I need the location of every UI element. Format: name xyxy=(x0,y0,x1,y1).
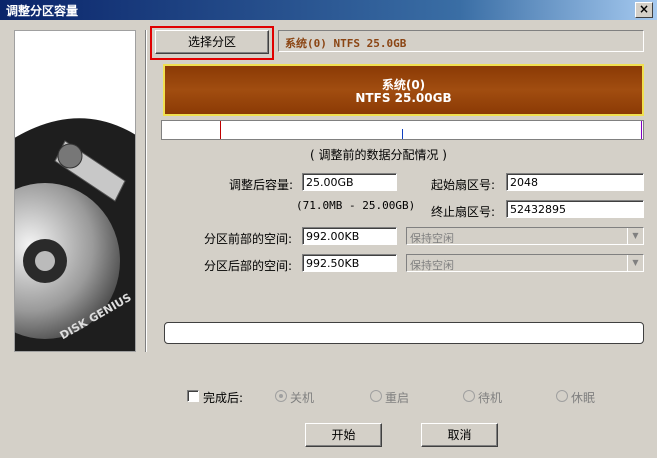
end-marker xyxy=(641,121,642,139)
partition-info-text: 系统(0) NTFS 25.0GB xyxy=(285,37,407,50)
partition-size: NTFS 25.00GB xyxy=(355,91,452,105)
start-sector-label: 起始扇区号: xyxy=(431,178,496,192)
size-input[interactable]: 25.00GB xyxy=(302,173,397,191)
space-after-input[interactable]: 992.50KB xyxy=(302,254,397,272)
cancel-button[interactable]: 取消 xyxy=(421,423,498,447)
space-after-select[interactable]: 保持空闲 ▼ xyxy=(406,254,644,272)
title-bar: 调整分区容量 × xyxy=(0,0,657,20)
size-range: (71.0MB - 25.00GB) xyxy=(296,199,416,212)
allocation-caption: ( 调整前的数据分配情况 ) xyxy=(310,148,447,162)
disk-genius-logo: DISK GENIUS xyxy=(14,30,136,352)
end-sector-label: 终止扇区号: xyxy=(431,205,496,219)
window-title: 调整分区容量 xyxy=(6,4,79,18)
radio-standby[interactable] xyxy=(463,390,475,402)
select-partition-button[interactable]: 选择分区 xyxy=(155,30,269,54)
progress-bar xyxy=(164,322,644,344)
chevron-down-icon[interactable]: ▼ xyxy=(627,255,643,271)
mid-marker xyxy=(402,129,403,139)
space-after-option: 保持空闲 xyxy=(410,259,454,272)
start-marker xyxy=(220,121,221,139)
space-before-option: 保持空闲 xyxy=(410,232,454,245)
chevron-down-icon[interactable]: ▼ xyxy=(627,228,643,244)
space-before-label: 分区前部的空间: xyxy=(204,232,293,246)
radio-shutdown[interactable] xyxy=(275,390,287,402)
space-before-select[interactable]: 保持空闲 ▼ xyxy=(406,227,644,245)
radio-shutdown-label: 关机 xyxy=(290,391,315,405)
end-sector-input[interactable]: 52432895 xyxy=(506,200,644,218)
radio-standby-label: 待机 xyxy=(478,391,503,405)
after-done-checkbox[interactable] xyxy=(187,390,199,402)
start-button[interactable]: 开始 xyxy=(305,423,382,447)
radio-restart[interactable] xyxy=(370,390,382,402)
space-after-label: 分区后部的空间: xyxy=(204,259,293,273)
partition-info-box: 系统(0) NTFS 25.0GB xyxy=(278,30,644,52)
radio-hibernate-label: 休眠 xyxy=(571,391,596,405)
hard-drive-illustration: DISK GENIUS xyxy=(15,31,135,351)
partition-bar: 系统(0) NTFS 25.00GB xyxy=(163,64,644,116)
close-button[interactable]: × xyxy=(635,2,653,18)
radio-hibernate[interactable] xyxy=(556,390,568,402)
radio-restart-label: 重启 xyxy=(385,391,410,405)
after-done-label: 完成后: xyxy=(203,391,244,405)
start-sector-input[interactable]: 2048 xyxy=(506,173,644,191)
size-label: 调整后容量: xyxy=(229,178,294,192)
vertical-separator xyxy=(145,30,147,352)
allocation-ruler xyxy=(161,120,644,140)
space-before-input[interactable]: 992.00KB xyxy=(302,227,397,245)
